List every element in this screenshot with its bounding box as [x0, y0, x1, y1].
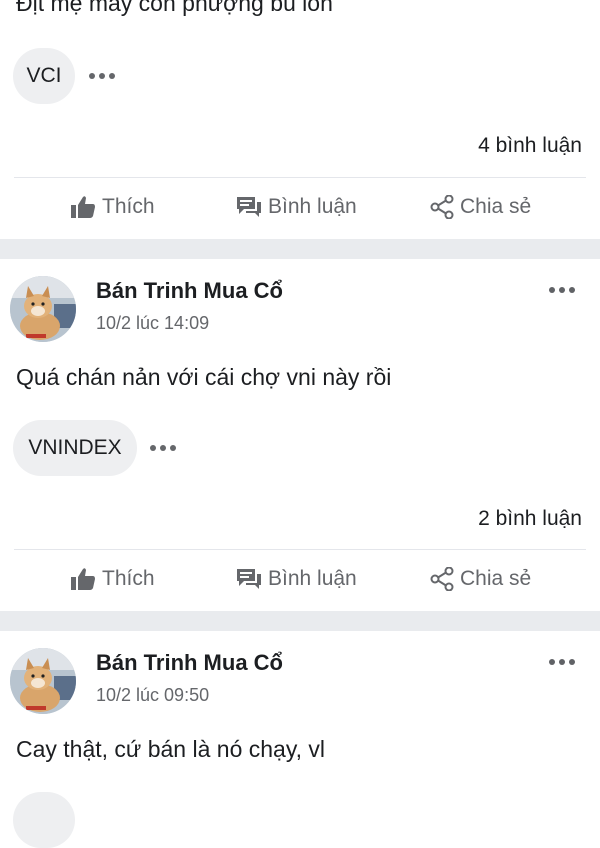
comment-button[interactable]: Bình luận [236, 567, 357, 591]
stock-tag-label: VCI [26, 64, 62, 87]
post-text: Địt mẹ mấy con phượng bú lồn [16, 0, 333, 16]
author-name[interactable]: Bán Trinh Mua Cổ [96, 278, 283, 304]
comment-count[interactable]: 2 bình luận [478, 507, 582, 531]
thumbs-up-icon [71, 196, 95, 218]
post-time[interactable]: 10/2 lúc 09:50 [96, 685, 209, 706]
stock-tag-pill[interactable]: VCI [13, 48, 75, 104]
dog-avatar-image [10, 276, 76, 342]
post-more-icon[interactable] [549, 287, 575, 293]
post-more-icon[interactable] [549, 659, 575, 665]
like-label: Thích [102, 567, 155, 590]
stock-tag-label: VNINDEX [28, 436, 122, 459]
divider [14, 177, 586, 178]
comment-icon [237, 197, 261, 217]
post-text: Quá chán nản với cái chợ vni này rồi [16, 364, 392, 390]
like-button[interactable]: Thích [70, 195, 155, 219]
comment-label: Bình luận [268, 567, 357, 590]
post-separator [0, 611, 600, 631]
stock-tag-pill[interactable] [13, 792, 75, 848]
comment-count[interactable]: 4 bình luận [478, 134, 582, 158]
dog-avatar-image [10, 648, 76, 714]
stock-tag-pill[interactable]: VNINDEX [13, 420, 137, 476]
share-icon [430, 195, 454, 219]
share-button[interactable]: Chia sẻ [430, 567, 531, 591]
comment-label: Bình luận [268, 195, 357, 218]
thumbs-up-icon [71, 568, 95, 590]
post-time[interactable]: 10/2 lúc 14:09 [96, 313, 209, 334]
share-button[interactable]: Chia sẻ [430, 195, 531, 219]
author-name[interactable]: Bán Trinh Mua Cổ [96, 650, 283, 676]
tag-more-icon[interactable] [150, 445, 176, 451]
like-button[interactable]: Thích [70, 567, 155, 591]
post-separator [0, 239, 600, 259]
share-icon [430, 567, 454, 591]
like-label: Thích [102, 195, 155, 218]
divider [14, 549, 586, 550]
avatar[interactable] [10, 276, 76, 342]
comment-icon [237, 569, 261, 589]
comment-button[interactable]: Bình luận [236, 195, 357, 219]
post-text: Cay thật, cứ bán là nó chạy, vl [16, 736, 326, 762]
tag-more-icon[interactable] [89, 73, 115, 79]
share-label: Chia sẻ [460, 567, 532, 590]
avatar[interactable] [10, 648, 76, 714]
share-label: Chia sẻ [460, 195, 532, 218]
